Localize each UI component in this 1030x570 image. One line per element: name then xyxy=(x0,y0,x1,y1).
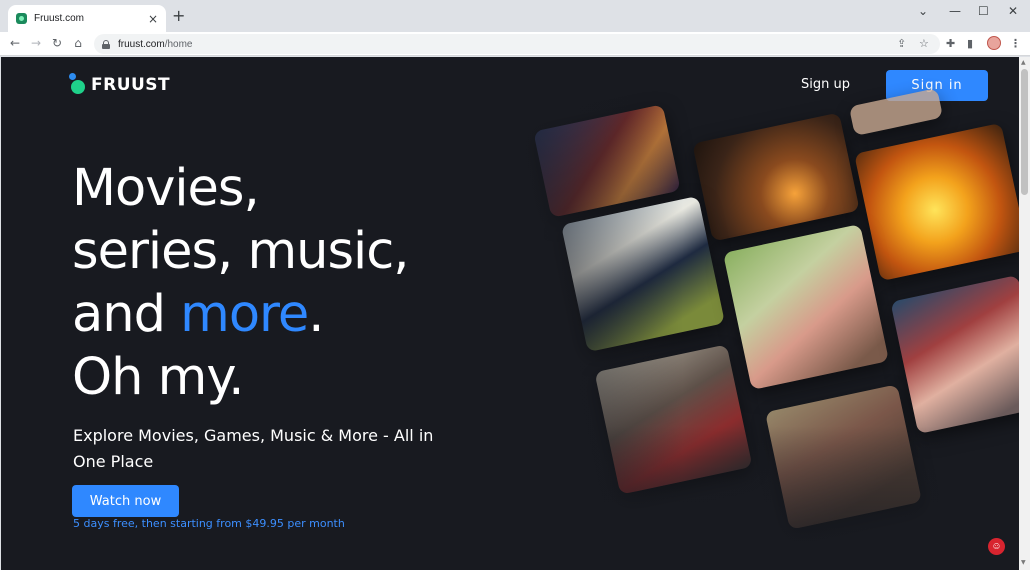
minimize-button[interactable]: — xyxy=(949,4,961,18)
watch-now-button[interactable]: Watch now xyxy=(72,485,179,517)
new-tab-button[interactable]: + xyxy=(172,8,185,24)
back-icon[interactable]: ← xyxy=(7,35,23,51)
poster-image xyxy=(692,112,860,242)
sign-up-link[interactable]: Sign up xyxy=(801,77,850,92)
page-viewport: FRUUST Sign up Sign in Movies, series, m… xyxy=(1,57,1019,570)
poster-image xyxy=(561,195,725,353)
pricing-note: 5 days free, then starting from $49.95 p… xyxy=(73,517,345,530)
poster-collage xyxy=(511,87,1019,567)
forward-icon[interactable]: → xyxy=(28,35,44,51)
url-text[interactable]: fruust.com/home xyxy=(118,39,192,50)
scrollbar-thumb[interactable] xyxy=(1021,69,1028,195)
tab-strip: Fruust.com × + ⌄ — ☐ ✕ xyxy=(0,0,1030,32)
lock-icon[interactable] xyxy=(102,39,110,49)
hero-subtitle: Explore Movies, Games, Music & More - Al… xyxy=(73,426,434,471)
poster-image xyxy=(890,274,1019,435)
menu-icon[interactable]: ⋮ xyxy=(1010,36,1021,52)
tab-close-icon[interactable]: × xyxy=(148,13,158,25)
poster-image xyxy=(594,344,753,495)
scroll-up-arrow-icon[interactable]: ▲ xyxy=(1021,60,1026,66)
share-icon[interactable]: ⇪ xyxy=(897,37,906,50)
scroll-down-arrow-icon[interactable]: ▼ xyxy=(1021,560,1026,566)
bookmark-star-icon[interactable]: ☆ xyxy=(919,37,929,50)
browser-toolbar: ← → ↻ ⌂ fruust.com/home ⇪ ☆ ✚ ▮ ⋮ xyxy=(0,32,1030,56)
logo-mark-icon xyxy=(69,73,87,97)
reload-icon[interactable]: ↻ xyxy=(49,35,65,51)
hero-headline: Movies, series, music, and more. Oh my. xyxy=(72,159,409,407)
brand-logo[interactable]: FRUUST xyxy=(69,73,170,97)
page-scrollbar[interactable]: ▲ ▼ xyxy=(1019,57,1030,570)
poster-image xyxy=(722,223,890,391)
help-widget-icon[interactable]: ☺ xyxy=(988,538,1005,555)
tab-search-icon[interactable]: ⌄ xyxy=(918,4,928,18)
address-bar[interactable]: fruust.com/home ⇪ ☆ xyxy=(94,34,940,54)
extensions-icon[interactable]: ✚ xyxy=(946,36,955,52)
headline-accent: more xyxy=(180,285,309,344)
close-window-button[interactable]: ✕ xyxy=(1008,4,1018,18)
hero-headline-block: Movies, series, music, and more. Oh my. xyxy=(72,157,512,409)
poster-image xyxy=(533,104,681,218)
browser-tab[interactable]: Fruust.com × xyxy=(8,5,166,32)
poster-image xyxy=(765,384,922,530)
poster-image xyxy=(854,122,1019,282)
maximize-button[interactable]: ☐ xyxy=(978,4,989,18)
home-icon[interactable]: ⌂ xyxy=(70,35,86,51)
brand-name: FRUUST xyxy=(91,75,171,95)
favicon-icon xyxy=(16,13,27,24)
profile-avatar[interactable] xyxy=(987,36,1001,50)
side-panel-icon[interactable]: ▮ xyxy=(967,36,973,52)
tab-title: Fruust.com xyxy=(34,13,85,24)
